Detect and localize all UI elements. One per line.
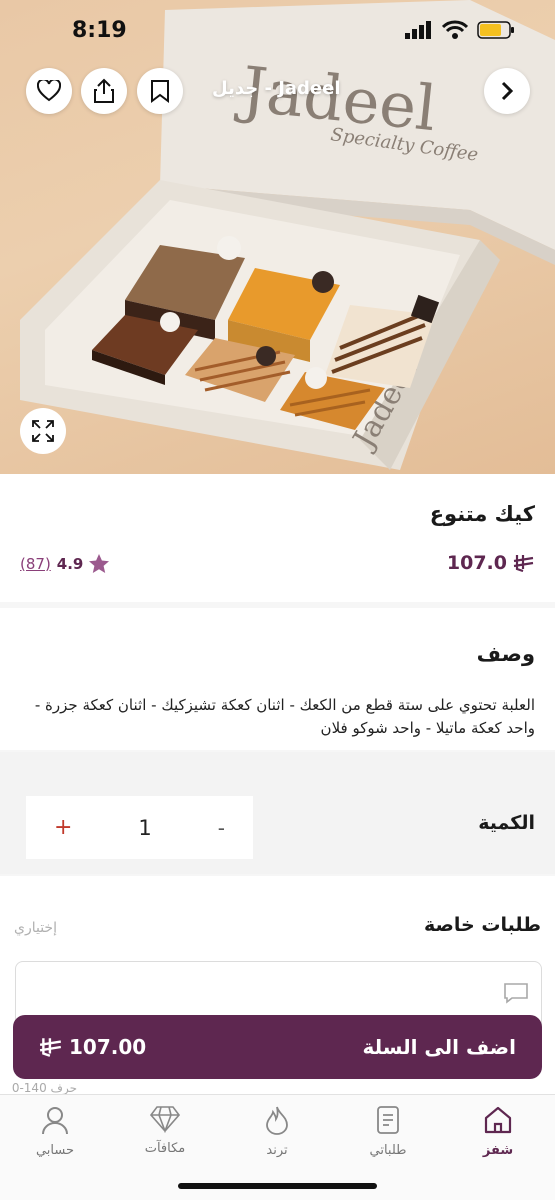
nav-item-trend[interactable]: ترند xyxy=(222,1105,332,1171)
nav-item-rewards[interactable]: مكافآت xyxy=(110,1105,220,1171)
nav-label-home: شفز xyxy=(482,1143,514,1158)
character-counter: 0-140 حرف xyxy=(11,1081,77,1095)
optional-label: إختياري xyxy=(14,920,57,936)
riyal-icon xyxy=(513,555,534,572)
product-price: 107.0 xyxy=(447,552,535,574)
product-rating[interactable]: (87) 4.9 xyxy=(20,554,110,573)
expand-icon xyxy=(32,420,54,442)
product-image: Jadeel Specialty Coffee Jadeel xyxy=(0,0,555,474)
riyal-icon xyxy=(39,1038,62,1057)
add-to-cart-label: اضف الى السلة xyxy=(362,1035,516,1059)
description-card: وصف العلبة تحتوي على ستة قطع من الكعك - … xyxy=(0,608,555,750)
rating-value: 4.9 xyxy=(56,554,84,573)
price-value: 107.0 xyxy=(446,552,507,574)
battery-icon xyxy=(477,21,514,39)
status-time: 8:19 xyxy=(72,18,127,43)
expand-image-button[interactable] xyxy=(20,408,66,454)
favorite-button[interactable] xyxy=(26,68,72,114)
status-bar: 8:19 xyxy=(0,0,555,64)
nav-item-home[interactable]: شفز xyxy=(443,1105,553,1171)
nav-label-orders: طلباتي xyxy=(369,1143,407,1158)
chevron-right-icon xyxy=(501,81,514,101)
quantity-increase-button[interactable]: + xyxy=(54,815,72,840)
orders-icon xyxy=(377,1106,399,1134)
nav-label-rewards: مكافآت xyxy=(144,1141,186,1156)
user-icon xyxy=(42,1107,68,1135)
header-title: Jadeel - جديل xyxy=(212,78,341,99)
nav-item-orders[interactable]: طلباتي xyxy=(333,1105,443,1171)
flame-icon xyxy=(266,1106,288,1135)
share-icon xyxy=(94,78,114,103)
product-name: كيك متنوع xyxy=(429,502,535,526)
share-button[interactable] xyxy=(81,68,127,114)
cake-box-illustration: Jadeel Specialty Coffee Jadeel xyxy=(20,0,555,470)
nav-item-account[interactable]: حسابي xyxy=(0,1105,110,1171)
nav-label-account: حسابي xyxy=(35,1143,75,1158)
chat-icon xyxy=(504,983,528,1004)
home-icon xyxy=(484,1106,512,1134)
star-icon xyxy=(89,554,110,573)
quantity-section: الكمية + 1 - xyxy=(0,752,555,874)
quantity-decrease-button[interactable]: - xyxy=(218,816,225,840)
heart-icon xyxy=(37,80,61,102)
diamond-icon xyxy=(150,1106,180,1133)
status-icons xyxy=(405,20,515,40)
home-indicator xyxy=(178,1183,377,1189)
description-title: وصف xyxy=(476,642,535,666)
description-text: العلبة تحتوي على ستة قطع من الكعك - اثنا… xyxy=(34,696,535,737)
quantity-label: الكمية xyxy=(478,812,535,834)
quantity-value: 1 xyxy=(138,815,152,840)
bookmark-button[interactable] xyxy=(137,68,183,114)
cart-total: 107.00 xyxy=(39,1035,146,1059)
special-requests-title: طلبات خاصة xyxy=(424,914,541,936)
bookmark-icon xyxy=(151,80,169,103)
signal-icon xyxy=(405,21,431,39)
nav-label-trend: ترند xyxy=(266,1143,288,1158)
back-button[interactable] xyxy=(484,68,530,114)
rating-count[interactable]: (87) xyxy=(20,555,51,573)
wifi-icon xyxy=(442,20,468,39)
add-to-cart-button[interactable]: 107.00 اضف الى السلة xyxy=(13,1015,542,1079)
quantity-stepper: + 1 - xyxy=(26,796,253,859)
cart-total-value: 107.00 xyxy=(69,1035,147,1059)
product-info-card: كيك متنوع 107.0 (87) 4.9 xyxy=(0,474,555,602)
